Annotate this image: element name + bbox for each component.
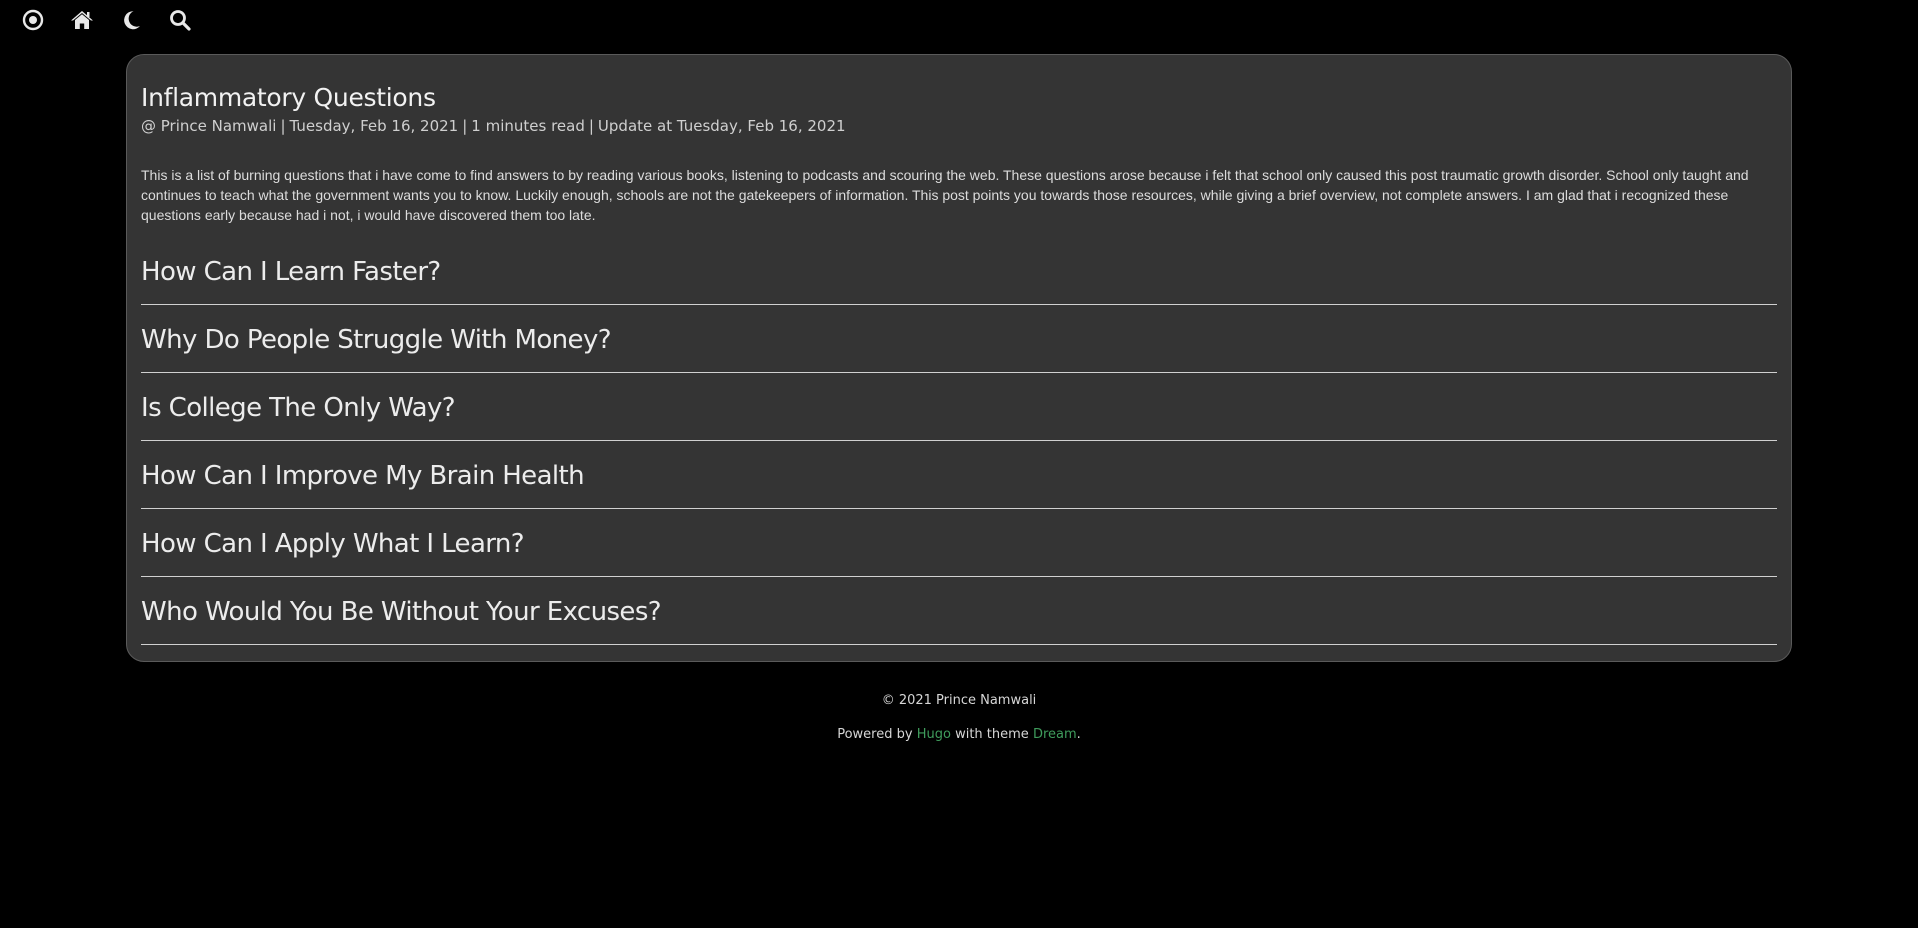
search-icon[interactable] (167, 7, 193, 33)
section-heading[interactable]: How Can I Improve My Brain Health (141, 443, 1777, 509)
home-icon[interactable] (69, 7, 95, 33)
post-read-time: 1 minutes read (471, 117, 585, 135)
post-intro: This is a list of burning questions that… (141, 167, 1749, 223)
hugo-link[interactable]: Hugo (917, 727, 951, 742)
section-heading[interactable]: How Can I Apply What I Learn? (141, 511, 1777, 577)
meta-separator: | (462, 117, 468, 135)
post-updated: Update at Tuesday, Feb 16, 2021 (597, 117, 846, 135)
moon-icon[interactable] (118, 7, 144, 33)
top-nav (0, 0, 216, 40)
post-author[interactable]: @ Prince Namwali (141, 117, 276, 135)
target-icon[interactable] (20, 7, 46, 33)
section-money: Why Do People Struggle With Money? (141, 307, 1777, 373)
with-theme-text: with theme (955, 727, 1029, 742)
section-heading[interactable]: Who Would You Be Without Your Excuses? (141, 579, 1777, 645)
section-college: Is College The Only Way? (141, 375, 1777, 441)
section-learn-faster: How Can I Learn Faster? (141, 239, 1777, 305)
section-heading[interactable]: Is College The Only Way? (141, 375, 1777, 441)
meta-separator: | (280, 117, 286, 135)
meta-separator: | (588, 117, 594, 135)
dream-theme-link[interactable]: Dream (1033, 727, 1077, 742)
powered-by: Powered by Hugo with theme Dream. (0, 724, 1918, 746)
section-brain-health: How Can I Improve My Brain Health (141, 443, 1777, 509)
section-heading[interactable]: How Can I Learn Faster? (141, 239, 1777, 305)
section-apply-learning: How Can I Apply What I Learn? (141, 511, 1777, 577)
section-excuses: Who Would You Be Without Your Excuses? (141, 579, 1777, 645)
post-meta: @ Prince Namwali | Tuesday, Feb 16, 2021 | 1… (141, 115, 1777, 137)
post-card: Inflammatory Questions @ Prince Namwali |… (126, 54, 1792, 662)
footer: © 2021 Prince Namwali Powered by Hugo wi… (0, 690, 1918, 746)
powered-prefix: Powered by (837, 727, 913, 742)
copyright: © 2021 Prince Namwali (881, 693, 1037, 708)
post-date: Tuesday, Feb 16, 2021 (289, 117, 459, 135)
section-heading[interactable]: Why Do People Struggle With Money? (141, 307, 1777, 373)
post-sections: How Can I Learn Faster? Why Do People St… (141, 239, 1777, 645)
footer-period: . (1076, 727, 1081, 742)
post-title: Inflammatory Questions (141, 83, 436, 112)
